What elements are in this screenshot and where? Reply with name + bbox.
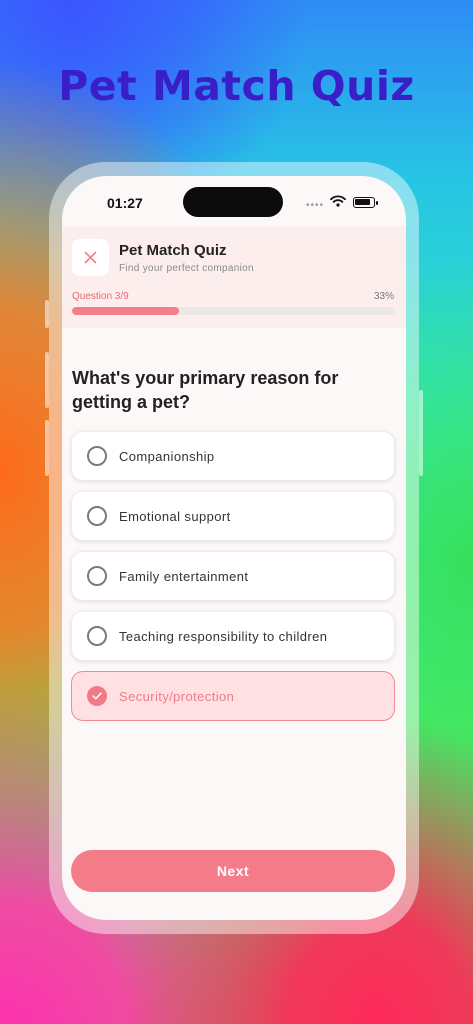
banner-title: Pet Match Quiz <box>58 62 415 110</box>
close-icon <box>84 251 97 264</box>
phone-side-button <box>45 420 49 476</box>
radio-button[interactable] <box>87 506 107 526</box>
status-bar: 01:27 •••• <box>62 176 406 228</box>
progress-bar-fill <box>72 307 179 315</box>
option-label: Family entertainment <box>119 569 249 584</box>
signal-icon: •••• <box>306 200 325 211</box>
option-companionship[interactable]: Companionship <box>71 431 395 481</box>
option-emotional-support[interactable]: Emotional support <box>71 491 395 541</box>
option-label: Teaching responsibility to children <box>119 629 328 644</box>
question-text: What's your primary reason for getting a… <box>72 368 339 412</box>
check-icon <box>92 692 102 700</box>
phone-side-button <box>45 300 49 328</box>
progress-bar <box>72 307 395 315</box>
option-family-entertainment[interactable]: Family entertainment <box>71 551 395 601</box>
option-label: Security/protection <box>119 689 235 704</box>
option-teaching-responsibility[interactable]: Teaching responsibility to children <box>71 611 395 661</box>
battery-icon <box>353 197 378 208</box>
phone-side-button <box>419 390 423 476</box>
header-subtitle: Find your perfect companion <box>119 263 254 274</box>
question-counter: Question 3/9 <box>72 291 129 302</box>
next-button[interactable]: Next <box>71 850 395 892</box>
phone-screen: 01:27 •••• Pet Match Quiz Find your perf… <box>62 176 406 920</box>
status-time: 01:27 <box>107 195 143 211</box>
phone-side-button <box>45 352 49 408</box>
radio-button[interactable] <box>87 446 107 466</box>
close-button[interactable] <box>72 239 109 276</box>
radio-button[interactable] <box>87 566 107 586</box>
header-title: Pet Match Quiz <box>119 242 227 259</box>
option-label: Companionship <box>119 449 215 464</box>
option-label: Emotional support <box>119 509 231 524</box>
option-security-protection[interactable]: Security/protection <box>71 671 395 721</box>
radio-button[interactable] <box>87 626 107 646</box>
dynamic-island <box>183 187 283 217</box>
radio-button-checked[interactable] <box>87 686 107 706</box>
wifi-icon <box>330 194 346 212</box>
quiz-header: Pet Match Quiz Find your perfect compani… <box>62 226 406 328</box>
progress-percent: 33% <box>373 291 394 302</box>
